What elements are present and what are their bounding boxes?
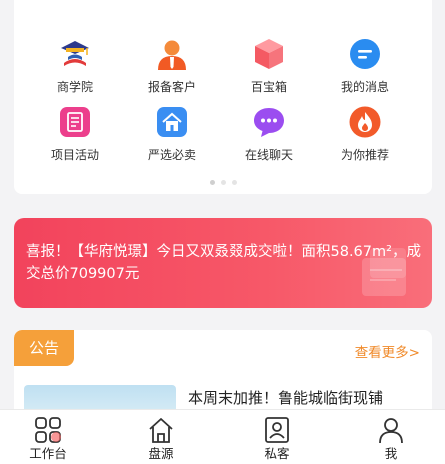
shortcut-grid: 商学院 报备客户 百宝箱 我的消息 项目活动 严选必卖 在线聊天 为你推荐: [14, 0, 432, 194]
grid-item-label: 百宝箱: [250, 80, 287, 94]
recommend-icon: [347, 104, 383, 140]
project-activity-icon: [57, 104, 93, 140]
view-more-link[interactable]: 查看更多>: [355, 341, 420, 361]
grid-item-label: 严选必卖: [147, 148, 196, 162]
person-icon: [341, 410, 441, 444]
banner-text: 喜报！【华府悦璟】今日又双叒叕成交啦！面积58.67m²，成交总价709907元: [26, 244, 421, 282]
page-dot-active: [209, 180, 215, 185]
grid-item-customer-report[interactable]: 报备客户: [122, 36, 222, 95]
grid-item-chat[interactable]: 在线聊天: [219, 104, 319, 163]
grid-item-selected-house[interactable]: 严选必卖: [122, 104, 222, 163]
grid-item-recommend[interactable]: 为你推荐: [315, 104, 415, 163]
tab-label: 我: [384, 446, 398, 461]
grid-item-label: 在线聊天: [244, 148, 293, 162]
grid-item-project-activity[interactable]: 项目活动: [25, 104, 125, 163]
grid-item-label: 为你推荐: [340, 148, 389, 162]
grid-item-label: 我的消息: [340, 80, 389, 94]
tab-workbench[interactable]: 工作台: [0, 410, 98, 462]
page-dot: [231, 180, 237, 185]
grid-item-message[interactable]: 我的消息: [315, 36, 415, 95]
tab-private-client[interactable]: 私客: [227, 410, 327, 462]
selected-house-icon: [154, 104, 190, 140]
tab-house-source[interactable]: 盘源: [111, 410, 211, 462]
tab-label: 私客: [264, 446, 290, 461]
page-dot: [220, 180, 226, 185]
tab-label: 工作台: [29, 446, 67, 461]
academy-icon: [57, 36, 93, 72]
contact-card-icon: [227, 410, 327, 444]
tab-me[interactable]: 我: [341, 410, 441, 462]
chat-icon: [251, 104, 287, 140]
house-icon: [111, 410, 211, 444]
bottom-tab-bar: 工作台 盘源 私客 我: [0, 409, 445, 464]
tab-label: 盘源: [148, 446, 174, 461]
grid-item-label: 商学院: [56, 80, 93, 94]
deal-announcement-banner[interactable]: 喜报！【华府悦璟】今日又双叒叕成交啦！面积58.67m²，成交总价709907元: [14, 218, 432, 308]
page-indicator: [14, 180, 432, 185]
grid-item-treasure-box[interactable]: 百宝箱: [219, 36, 319, 95]
message-icon: [347, 36, 383, 72]
grid-item-label: 报备客户: [147, 80, 196, 94]
grid-item-academy[interactable]: 商学院: [25, 36, 125, 95]
notice-item-title[interactable]: 本周末加推！鲁能城临街现铺: [188, 387, 383, 408]
grid-item-label: 项目活动: [50, 148, 99, 162]
workbench-icon: [0, 410, 98, 444]
customer-report-icon: [154, 36, 190, 72]
treasure-box-icon: [251, 36, 287, 72]
notice-tag: 公告: [14, 330, 74, 366]
